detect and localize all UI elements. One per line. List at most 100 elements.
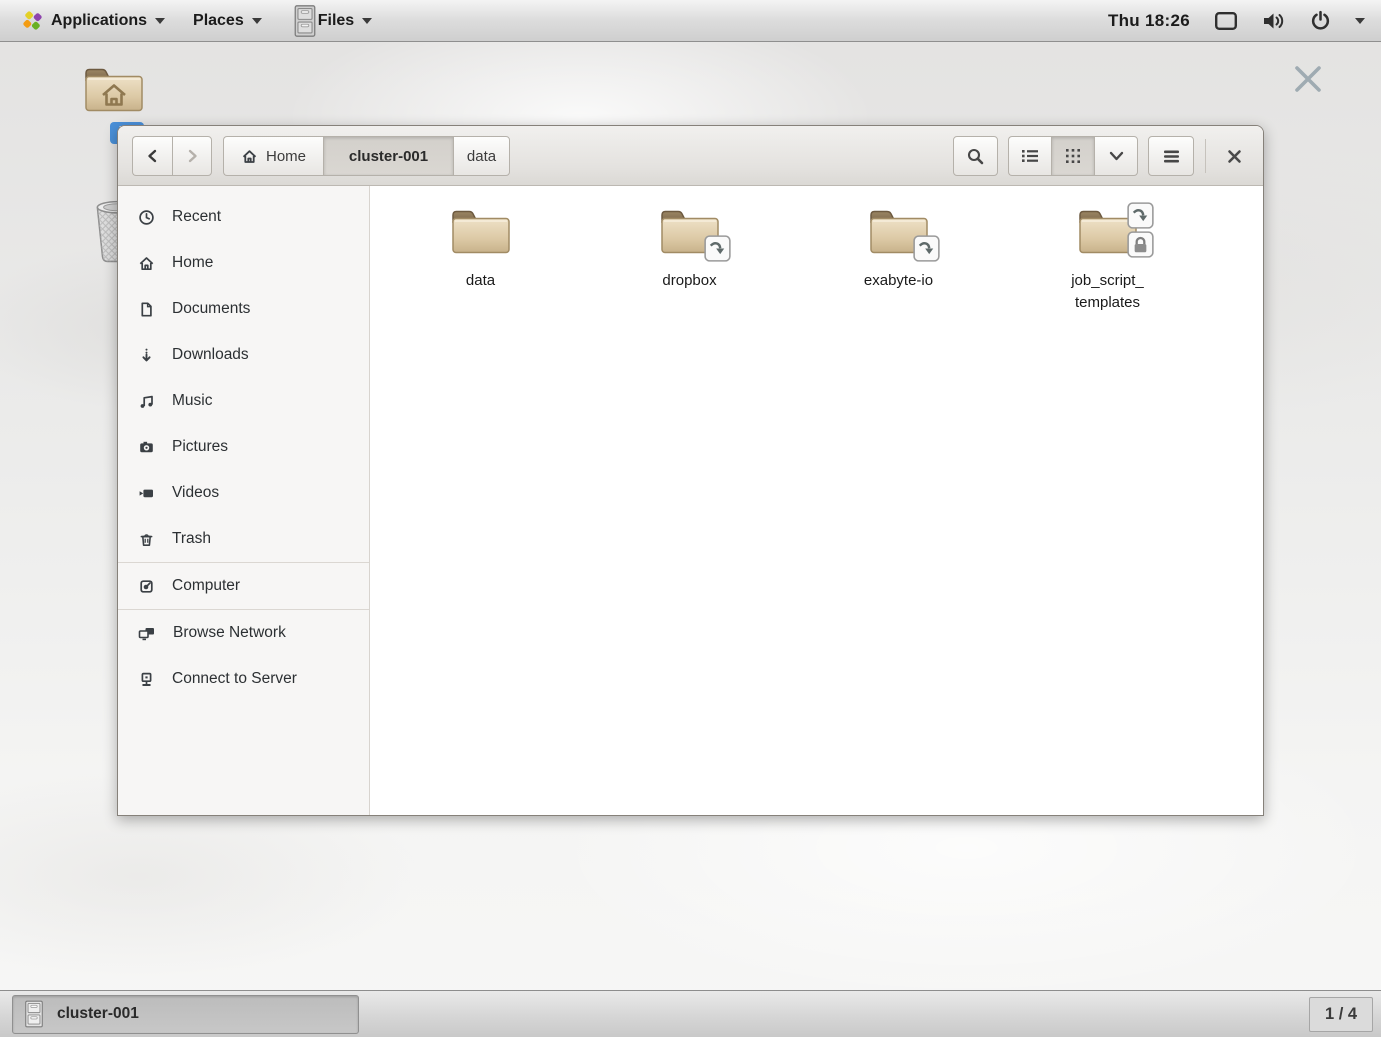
lock-emblem-icon [1127,231,1154,258]
grid-view-button[interactable] [1051,136,1094,176]
sidebar-item-trash[interactable]: Trash [118,516,369,562]
applications-logo-icon [22,10,43,31]
sidebar-label: Music [172,392,212,410]
search-button[interactable] [953,136,998,176]
sidebar-item-home[interactable]: Home [118,240,369,286]
breadcrumb-child-label: data [467,148,496,165]
file-grid: data [370,186,1263,815]
files-menu-label: Files [318,12,354,30]
back-button[interactable] [132,136,172,176]
forward-button[interactable] [172,136,212,176]
chevron-down-icon [362,18,372,24]
view-options-button[interactable] [1094,136,1138,176]
sidebar-label: Trash [172,530,211,548]
places-menu[interactable]: Places [183,0,272,41]
files-app-menu[interactable]: Files [282,0,382,41]
server-icon [138,671,155,688]
network-computers-icon [138,625,156,642]
symlink-emblem-icon [704,235,731,262]
file-name-line2: templates [1003,292,1212,314]
sidebar-label: Videos [172,484,219,502]
trash-icon [138,531,155,548]
file-name: data [376,270,585,292]
chevron-left-icon [145,148,161,164]
sidebar-label: Downloads [172,346,249,364]
places-sidebar: Recent Home Documents [118,186,370,815]
top-panel: Applications Places Files Thu 18:26 [0,0,1381,42]
music-note-icon [138,393,155,410]
sidebar-item-browse-network[interactable]: Browse Network [118,610,369,656]
file-item-data[interactable]: data [376,206,585,292]
sidebar-label: Documents [172,300,250,318]
bottom-taskbar: cluster-001 1 / 4 [0,990,1381,1037]
chevron-down-icon[interactable] [1355,18,1365,24]
taskbar-window-button[interactable]: cluster-001 [12,995,359,1034]
chevron-down-icon [252,18,262,24]
desktop-screen: Applications Places Files Thu 18:26 [0,0,1381,1037]
download-icon [138,347,155,364]
chevron-down-icon [155,18,165,24]
list-view-icon [1021,148,1039,164]
sidebar-item-documents[interactable]: Documents [118,286,369,332]
sidebar-item-recent[interactable]: Recent [118,194,369,240]
volume-icon[interactable] [1262,11,1286,31]
sidebar-item-downloads[interactable]: Downloads [118,332,369,378]
video-camera-icon [138,485,155,502]
home-icon [241,148,258,165]
file-cabinet-icon [23,1000,45,1028]
display-icon[interactable] [1214,11,1238,31]
sidebar-item-connect-to-server[interactable]: Connect to Server [118,656,369,702]
sidebar-item-computer[interactable]: Computer [118,563,369,609]
file-item-exabyte-io[interactable]: exabyte-io [794,206,1003,292]
symlink-emblem-icon [1127,202,1154,229]
file-manager-window: Home cluster-001 data [117,125,1264,816]
top-panel-status-area: Thu 18:26 [1108,10,1369,31]
sidebar-label: Home [172,254,213,272]
window-toolbar: Home cluster-001 data [118,126,1263,186]
list-view-button[interactable] [1008,136,1051,176]
hard-drive-icon [138,578,155,595]
file-name-line1: job_script_ [1003,270,1212,292]
sidebar-label: Browse Network [173,624,286,642]
sidebar-label: Pictures [172,438,228,456]
sidebar-label: Recent [172,208,221,226]
window-close-button[interactable] [1217,139,1251,173]
breadcrumb-home[interactable]: Home [223,136,323,176]
file-item-dropbox[interactable]: dropbox [585,206,794,292]
workspace-indicator[interactable]: 1 / 4 [1309,997,1373,1032]
sidebar-item-videos[interactable]: Videos [118,470,369,516]
document-icon [138,301,155,318]
sidebar-label: Computer [172,577,240,595]
power-icon[interactable] [1310,10,1331,31]
applications-menu[interactable]: Applications [12,0,175,41]
chevron-right-icon [184,148,200,164]
taskbar-window-label: cluster-001 [57,1005,139,1023]
desktop-close-mark-icon [1293,62,1323,96]
sidebar-label: Connect to Server [172,670,297,688]
breadcrumb-data[interactable]: data [453,136,510,176]
sidebar-item-music[interactable]: Music [118,378,369,424]
hamburger-menu-icon [1163,149,1180,164]
close-icon [1226,148,1243,165]
search-icon [966,147,985,166]
clock[interactable]: Thu 18:26 [1108,11,1190,31]
view-toggle-group [1008,136,1138,176]
breadcrumb-current-label: cluster-001 [349,148,428,165]
file-name: exabyte-io [794,270,1003,292]
file-item-job-script-templates[interactable]: job_script_ templates [1003,206,1212,314]
toolbar-separator [1205,139,1206,173]
breadcrumb: Home cluster-001 data [223,136,510,176]
applications-menu-label: Applications [51,12,147,30]
sidebar-item-pictures[interactable]: Pictures [118,424,369,470]
breadcrumb-home-label: Home [266,148,306,165]
breadcrumb-cluster-001[interactable]: cluster-001 [323,136,453,176]
chevron-down-icon [1108,150,1125,162]
file-name: dropbox [585,270,794,292]
camera-icon [138,439,155,456]
folder-icon [449,206,513,258]
file-cabinet-icon [292,4,318,38]
symlink-emblem-icon [913,235,940,262]
places-menu-label: Places [193,12,244,30]
grid-view-icon [1065,148,1081,164]
window-menu-button[interactable] [1148,136,1194,176]
